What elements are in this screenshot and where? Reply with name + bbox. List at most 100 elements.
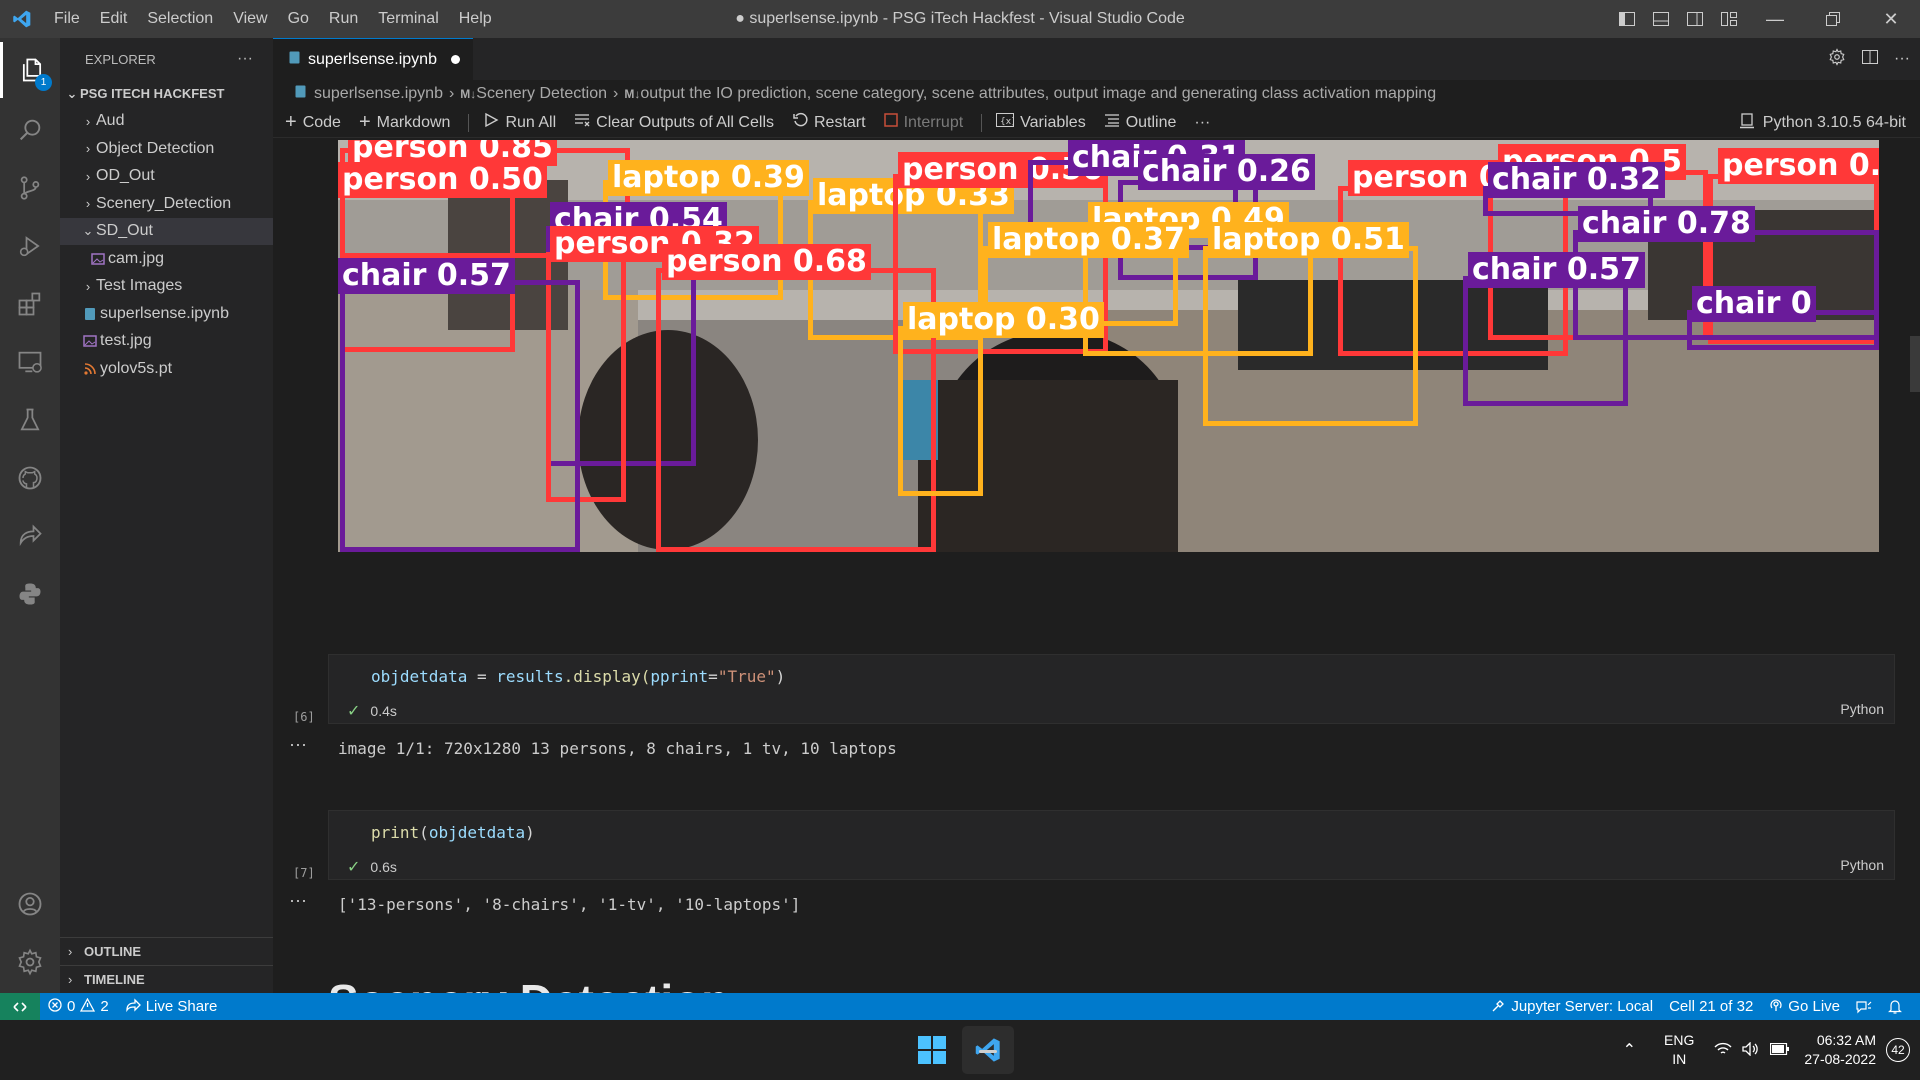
toggle-panel-icon[interactable] — [1644, 0, 1678, 38]
volume-icon[interactable] — [1742, 1040, 1760, 1059]
go-live-button[interactable]: Go Live — [1761, 998, 1848, 1016]
wifi-icon[interactable] — [1714, 1042, 1732, 1059]
github-icon[interactable] — [0, 450, 60, 506]
run-debug-icon[interactable] — [0, 218, 60, 274]
tree-item-superlsense-ipynb[interactable]: superlsense.ipynb — [60, 300, 273, 328]
unsaved-dot-icon[interactable] — [450, 55, 460, 64]
execution-count: [6] — [293, 710, 315, 724]
tree-item-yolov5s-pt[interactable]: yolov5s.pt — [60, 355, 273, 383]
chevron-up-icon[interactable]: ⌃ — [1623, 1040, 1636, 1060]
more-actions-icon[interactable]: ··· — [1894, 50, 1910, 68]
search-icon[interactable] — [0, 102, 60, 158]
restore-button[interactable] — [1804, 0, 1862, 38]
menu-file[interactable]: File — [44, 0, 90, 38]
python-icon[interactable] — [0, 566, 60, 622]
restart-button[interactable]: Restart — [792, 112, 866, 133]
remote-explorer-icon[interactable] — [0, 334, 60, 390]
live-share-button[interactable]: Live Share — [117, 997, 226, 1016]
menu-selection[interactable]: Selection — [137, 0, 223, 38]
timeline-section[interactable]: › TIMELINE — [60, 965, 273, 993]
scrollbar-thumb[interactable] — [1910, 336, 1920, 392]
language-region: IN — [1672, 1051, 1687, 1067]
tab-superlsense[interactable]: superlsense.ipynb — [273, 38, 473, 80]
cell-position[interactable]: Cell 21 of 32 — [1661, 998, 1761, 1015]
vscode-logo-icon[interactable] — [0, 0, 44, 38]
menu-go[interactable]: Go — [278, 0, 319, 38]
clear-outputs-button[interactable]: Clear Outputs of All Cells — [574, 113, 774, 132]
tree-item-label: SD_Out — [96, 222, 153, 240]
output-more-icon[interactable]: ··· — [289, 734, 307, 755]
tree-item-test-images[interactable]: › Test Images — [60, 273, 273, 301]
system-clock[interactable]: 06:32 AM 27-08-2022 — [1804, 1031, 1876, 1069]
code-token: results — [496, 667, 564, 686]
rss-file-icon — [80, 362, 100, 375]
cell-language[interactable]: Python — [1840, 857, 1884, 873]
extensions-icon[interactable] — [0, 276, 60, 332]
cell-code[interactable]: print(objdetdata) — [371, 823, 535, 842]
outline-button[interactable]: Outline — [1104, 113, 1176, 132]
tree-item-aud[interactable]: › Aud — [60, 108, 273, 136]
windows-taskbar: ⌃ ENG IN 06:32 AM 27-08-2022 42 — [0, 1020, 1920, 1080]
accounts-icon[interactable] — [0, 876, 60, 932]
tree-item-sd-out[interactable]: ⌄ SD_Out — [60, 217, 273, 245]
outline-section[interactable]: › OUTLINE — [60, 937, 273, 965]
interrupt-button[interactable]: Interrupt — [883, 113, 963, 132]
breadcrumb-cell[interactable]: output the IO prediction, scene category… — [640, 85, 1436, 103]
explorer-more-icon[interactable]: ··· — [237, 50, 253, 68]
breadcrumb-separator-icon: › — [613, 85, 619, 102]
source-control-icon[interactable] — [0, 160, 60, 216]
windows-start-icon[interactable] — [906, 1026, 958, 1074]
toolbar-more-button[interactable]: ··· — [1194, 114, 1210, 132]
tree-item-object-detection[interactable]: › Object Detection — [60, 135, 273, 163]
toggle-primary-sidebar-icon[interactable] — [1610, 0, 1644, 38]
jupyter-server-status[interactable]: Jupyter Server: Local — [1484, 998, 1661, 1016]
detection-label: chair 0.57 — [1468, 252, 1645, 288]
input-language[interactable]: ENG IN — [1664, 1031, 1694, 1069]
breadcrumb-file[interactable]: superlsense.ipynb — [314, 85, 443, 103]
cell-code[interactable]: objdetdata = results.display(pprint="Tru… — [371, 667, 785, 686]
run-all-label: Run All — [505, 113, 557, 131]
remote-indicator-icon[interactable] — [0, 993, 40, 1020]
warning-count: 2 — [100, 998, 109, 1015]
variables-button[interactable]: {x} Variables — [996, 113, 1086, 132]
live-share-icon — [125, 997, 141, 1016]
split-editor-icon[interactable] — [1862, 49, 1879, 69]
menu-run[interactable]: Run — [319, 0, 368, 38]
go-live-label: Go Live — [1788, 998, 1840, 1015]
menu-edit[interactable]: Edit — [90, 0, 138, 38]
workspace-root[interactable]: ⌄ PSG ITECH HACKFEST — [60, 80, 273, 108]
add-markdown-button[interactable]: + Markdown — [359, 111, 451, 134]
menu-help[interactable]: Help — [449, 0, 502, 38]
settings-gear-icon[interactable] — [1828, 47, 1846, 71]
code-cell[interactable]: objdetdata = results.display(pprint="Tru… — [328, 654, 1895, 724]
menu-terminal[interactable]: Terminal — [368, 0, 448, 38]
customize-layout-icon[interactable] — [1712, 0, 1746, 38]
problems-indicator[interactable]: 0 2 — [40, 997, 117, 1016]
success-check-icon: ✓ — [347, 703, 361, 720]
notification-count-badge[interactable]: 42 — [1886, 1038, 1910, 1062]
close-button[interactable]: ✕ — [1862, 0, 1920, 38]
minimize-button[interactable]: — — [1746, 0, 1804, 38]
battery-icon[interactable] — [1770, 1042, 1790, 1058]
cell-language[interactable]: Python — [1840, 701, 1884, 717]
run-all-button[interactable]: Run All — [483, 112, 556, 133]
tree-item-od-out[interactable]: › OD_Out — [60, 163, 273, 191]
testing-icon[interactable] — [0, 392, 60, 448]
feedback-icon[interactable] — [1848, 1000, 1880, 1014]
outline-label: OUTLINE — [84, 944, 142, 959]
live-share-icon[interactable] — [0, 508, 60, 564]
success-check-icon: ✓ — [347, 859, 361, 876]
kernel-picker[interactable]: Python 3.10.5 64-bit — [1739, 108, 1906, 138]
menu-view[interactable]: View — [223, 0, 277, 38]
toggle-secondary-sidebar-icon[interactable] — [1678, 0, 1712, 38]
add-code-button[interactable]: + Code — [285, 111, 341, 134]
tree-item-scenery-detection[interactable]: › Scenery_Detection — [60, 190, 273, 218]
notifications-bell-icon[interactable] — [1880, 999, 1910, 1014]
code-cell[interactable]: print(objdetdata) ✓ 0.6s Python — [328, 810, 1895, 880]
output-more-icon[interactable]: ··· — [289, 890, 307, 911]
breadcrumb-section[interactable]: Scenery Detection — [476, 85, 607, 103]
tree-item-cam-jpg[interactable]: cam.jpg — [60, 245, 273, 273]
explorer-icon[interactable]: 1 — [0, 42, 60, 98]
manage-gear-icon[interactable] — [0, 934, 60, 990]
tree-item-test-jpg[interactable]: test.jpg — [60, 328, 273, 356]
